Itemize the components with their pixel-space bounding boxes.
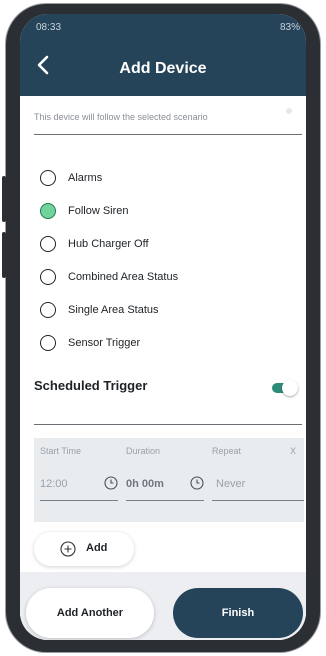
duration-header: Duration <box>126 446 161 456</box>
power-button <box>2 232 6 278</box>
start-time-underline <box>40 500 118 501</box>
scroll-indicator <box>286 108 292 114</box>
add-schedule-button[interactable]: Add <box>34 532 134 566</box>
radio-hub-charger-off[interactable] <box>40 236 56 252</box>
radio-sensor-trigger[interactable] <box>40 335 56 351</box>
clock-icon[interactable] <box>104 476 118 490</box>
divider <box>34 424 302 425</box>
option-sensor-trigger[interactable]: Sensor Trigger <box>40 335 280 355</box>
duration-field[interactable]: 0h 00m <box>126 478 164 490</box>
start-time-field[interactable]: 12:00 <box>40 478 68 490</box>
finish-button[interactable]: Finish <box>173 588 303 638</box>
add-another-button[interactable]: Add Another <box>26 588 154 638</box>
form-body: This device will follow the selected sce… <box>20 96 306 640</box>
radio-alarms[interactable] <box>40 170 56 186</box>
battery-level: 83% <box>279 22 300 33</box>
option-single-area-status[interactable]: Single Area Status <box>40 302 280 322</box>
divider <box>34 134 302 135</box>
toggle-knob <box>282 380 298 396</box>
app-header: 08:33 83% Add Device <box>20 14 306 96</box>
page-title: Add Device <box>119 60 207 77</box>
option-label: Alarms <box>68 172 103 184</box>
option-follow-siren[interactable]: Follow Siren <box>40 203 280 223</box>
status-time: 08:33 <box>36 22 62 33</box>
scheduled-trigger-title: Scheduled Trigger <box>34 378 148 393</box>
option-label: Sensor Trigger <box>68 337 141 349</box>
plus-circle-icon <box>60 541 76 557</box>
add-label: Add <box>86 542 108 554</box>
app-screen: 08:33 83% Add Device This device will fo… <box>20 14 306 640</box>
option-label: Hub Charger Off <box>68 238 149 250</box>
option-combined-area-status[interactable]: Combined Area Status <box>40 269 280 289</box>
radio-combined-area-status[interactable] <box>40 269 56 285</box>
duration-underline <box>126 500 204 501</box>
option-label: Follow Siren <box>68 205 129 217</box>
scenario-hint: This device will follow the selected sce… <box>34 112 208 122</box>
volume-button <box>2 176 6 222</box>
schedule-panel: Start Time Duration Repeat X 12:00 0h 00… <box>34 438 304 522</box>
remove-schedule-button[interactable]: X <box>290 446 296 456</box>
option-alarms[interactable]: Alarms <box>40 170 280 190</box>
option-hub-charger-off[interactable]: Hub Charger Off <box>40 236 280 256</box>
status-bar: 08:33 83% <box>36 22 300 38</box>
repeat-underline <box>212 500 304 501</box>
repeat-field[interactable]: Never <box>216 478 245 490</box>
clock-icon[interactable] <box>190 476 204 490</box>
start-time-header: Start Time <box>40 446 82 456</box>
radio-single-area-status[interactable] <box>40 302 56 318</box>
repeat-header: Repeat <box>212 446 242 456</box>
option-label: Single Area Status <box>68 304 159 316</box>
radio-follow-siren[interactable] <box>40 203 56 219</box>
scheduled-trigger-toggle[interactable] <box>272 380 298 396</box>
option-label: Combined Area Status <box>68 271 179 283</box>
